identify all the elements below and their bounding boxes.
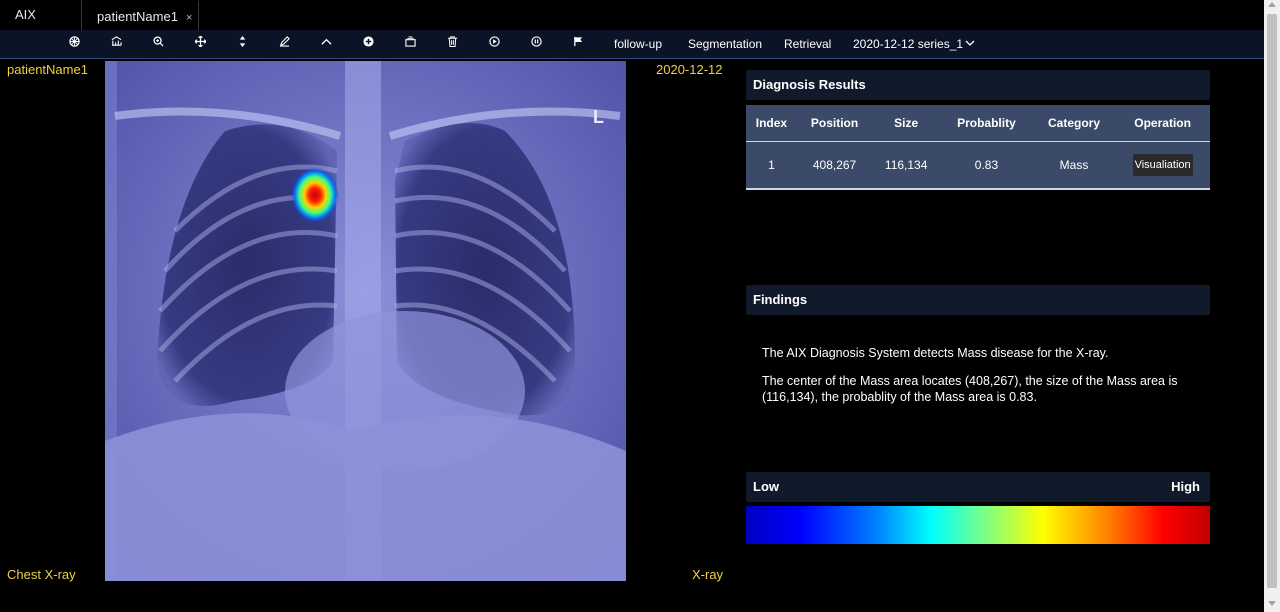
- series-select[interactable]: 2020-12-12 series_1: [853, 30, 963, 58]
- legend-low-label: Low: [753, 479, 779, 494]
- col-index: Index: [746, 105, 797, 142]
- tab-aix-demo[interactable]: AIX Demo: [0, 0, 82, 52]
- study-description-label: Chest X-ray: [7, 567, 76, 582]
- heatmap-color-scale: [746, 506, 1210, 544]
- col-size: Size: [872, 105, 941, 142]
- xray-image[interactable]: L: [105, 61, 626, 581]
- cell-position: 408,267: [796, 141, 873, 190]
- stack-icon[interactable]: [401, 30, 419, 58]
- contrast-icon[interactable]: [233, 30, 251, 58]
- retrieval-button[interactable]: Retrieval: [784, 30, 831, 58]
- cell-operation: Visualiation: [1115, 141, 1210, 190]
- layers-icon[interactable]: [65, 30, 83, 58]
- angle-icon[interactable]: [317, 30, 335, 58]
- zoom-icon[interactable]: [149, 30, 167, 58]
- tab-bar: AIX Demo patientName1 ×: [0, 0, 1264, 52]
- legend-high-label: High: [1171, 479, 1200, 494]
- scrollbar-thumb[interactable]: [1267, 14, 1277, 588]
- pause-icon[interactable]: [527, 30, 545, 58]
- cell-probability: 0.83: [940, 141, 1033, 190]
- pen-icon[interactable]: [275, 30, 293, 58]
- table-header-row: Index Position Size Probablity Category …: [746, 105, 1210, 142]
- cell-index: 1: [746, 141, 797, 190]
- ruler-icon[interactable]: [107, 30, 125, 58]
- patient-name-label: patientName1: [7, 62, 88, 77]
- findings-line: The AIX Diagnosis System detects Mass di…: [762, 346, 1109, 360]
- flag-icon[interactable]: [569, 30, 587, 58]
- tab-label: patientName1: [97, 9, 178, 24]
- cell-category: Mass: [1032, 141, 1116, 190]
- findings-line: The center of the Mass area locates (408…: [762, 374, 1178, 404]
- col-category: Category: [1032, 105, 1116, 142]
- col-operation: Operation: [1115, 105, 1210, 142]
- scroll-down-icon[interactable]: [1268, 601, 1276, 606]
- toolbar: follow-up Segmentation Retrieval 2020-12…: [0, 30, 1264, 59]
- cell-size: 116,134: [872, 141, 941, 190]
- tab-patient[interactable]: patientName1 ×: [82, 0, 199, 30]
- diagnosis-table: Index Position Size Probablity Category …: [746, 105, 1210, 190]
- play-icon[interactable]: [485, 30, 503, 58]
- findings-header: Findings: [746, 285, 1210, 315]
- col-position: Position: [796, 105, 873, 142]
- findings-text: The AIX Diagnosis System detects Mass di…: [762, 345, 1202, 405]
- diagnosis-results-header: Diagnosis Results: [746, 70, 1210, 100]
- add-icon[interactable]: [359, 30, 377, 58]
- modality-label: X-ray: [692, 567, 724, 582]
- study-date-label: 2020-12-12: [656, 62, 723, 77]
- orientation-marker: L: [593, 107, 604, 127]
- col-probability: Probablity: [940, 105, 1033, 142]
- close-icon[interactable]: ×: [186, 12, 192, 24]
- segmentation-button[interactable]: Segmentation: [688, 30, 762, 58]
- legend-header: Low High: [746, 472, 1210, 502]
- trash-icon[interactable]: [443, 30, 461, 58]
- move-icon[interactable]: [191, 30, 209, 58]
- scroll-up-icon[interactable]: [1268, 2, 1276, 7]
- table-row: 1 408,267 116,134 0.83 Mass Visualiation: [746, 141, 1210, 190]
- chevron-down-icon[interactable]: [964, 30, 976, 58]
- follow-up-button[interactable]: follow-up: [614, 30, 662, 58]
- scrollbar[interactable]: [1264, 0, 1280, 612]
- visualization-button[interactable]: Visualiation: [1132, 154, 1193, 176]
